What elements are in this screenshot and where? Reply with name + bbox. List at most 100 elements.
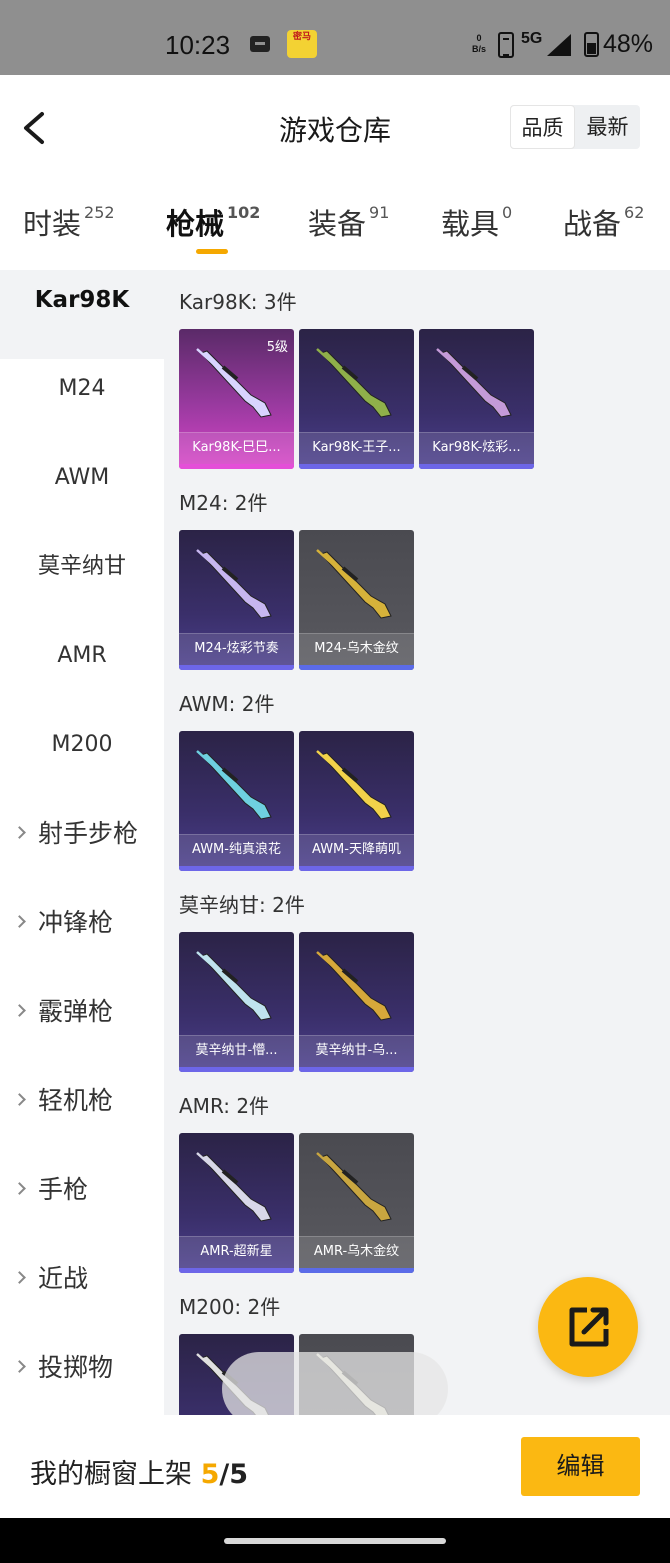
rarity-bar [179,464,294,469]
sidebar-item-m200[interactable]: M200 [0,715,164,804]
skin-card[interactable]: M24-乌木金纹 [299,530,414,670]
sidebar-item-mosin[interactable]: 莫辛纳甘 [0,537,164,626]
rifle-icon [196,1152,272,1222]
rifle-icon [196,549,272,619]
chevron-right-icon [13,1093,26,1106]
active-tab-indicator [196,249,228,254]
sidebar-category-shotgun[interactable]: 霰弹枪 [0,982,164,1071]
skin-name: AMR-乌木金纹 [299,1236,414,1268]
network-type: 5G [521,30,543,47]
message-icon [250,36,270,52]
sidebar-category-lmg[interactable]: 轻机枪 [0,1071,164,1160]
rifle-icon [316,549,392,619]
chevron-right-icon [13,1360,26,1373]
sidebar-item-awm[interactable]: AWM [0,448,164,537]
level-badge: 5级 [266,340,288,355]
tab-fashion[interactable]: 时装 252 [23,201,115,243]
skin-name: M24-乌木金纹 [299,633,414,665]
rifle-icon [196,348,272,418]
battery-percent: 48% [603,30,654,58]
group-title: M24: 2件 [179,491,268,515]
tab-firearms[interactable]: 枪械 102 [166,201,260,254]
sidebar-item-kar98k[interactable]: Kar98K [0,270,164,359]
chevron-right-icon [13,1182,26,1195]
group-title: M200: 2件 [179,1295,281,1319]
skin-name: AMR-超新星 [179,1236,294,1268]
chevron-right-icon [13,915,26,928]
share-external-icon [569,1307,609,1347]
skin-name: Kar98K-炫彩... [419,432,534,464]
skin-name: Kar98K-王子... [299,432,414,464]
sidebar-item-amr[interactable]: AMR [0,626,164,715]
skin-card[interactable]: Kar98K-炫彩... [419,329,534,469]
rarity-bar [299,1067,414,1072]
chevron-right-icon [13,1271,26,1284]
skin-card[interactable]: AMR-超新星 [179,1133,294,1273]
rarity-bar [419,464,534,469]
rifle-icon [316,348,392,418]
rifle-icon [316,750,392,820]
net-speed: 0 B/s [472,33,487,54]
tab-equipment[interactable]: 装备 91 [308,201,389,243]
skin-card[interactable]: 莫辛纳甘-懵... [179,932,294,1072]
edit-button[interactable]: 编辑 [521,1437,640,1496]
skin-card[interactable]: AWM-纯真浪花 [179,731,294,871]
skin-card[interactable]: Kar98K-王子... [299,329,414,469]
showcase-status: 我的橱窗上架 5/5 [30,1459,249,1490]
rarity-bar [299,1268,414,1273]
weapon-sidebar: Kar98K M24 AWM 莫辛纳甘 AMR M200 射手步枪 冲锋枪 霰弹… [0,270,164,1415]
rarity-bar [299,464,414,469]
rarity-bar [179,866,294,871]
system-nav-bar [0,1518,670,1563]
sort-newest-button[interactable]: 最新 [575,105,640,149]
rifle-icon [316,1152,392,1222]
group-title: AMR: 2件 [179,1094,270,1118]
skin-name: Kar98K-巳巳... [179,432,294,464]
rarity-bar [299,866,414,871]
sidebar-category-melee[interactable]: 近战 [0,1249,164,1338]
skin-name: 莫辛纳甘-乌... [299,1035,414,1067]
skin-name: AWM-天降萌叽 [299,834,414,866]
sidebar-category-throwable[interactable]: 投掷物 [0,1338,164,1427]
group-title: AWM: 2件 [179,692,275,716]
showcase-bar: 我的橱窗上架 5/5 编辑 [0,1415,670,1518]
sort-quality-button[interactable]: 品质 [510,105,575,149]
skin-name: 莫辛纳甘-懵... [179,1035,294,1067]
skin-card[interactable]: 5级 Kar98K-巳巳... [179,329,294,469]
tab-battle-gear[interactable]: 战备 62 [563,201,644,243]
skin-card[interactable]: AMR-乌木金纹 [299,1133,414,1273]
share-button[interactable] [538,1277,638,1377]
sidebar-category-smg[interactable]: 冲锋枪 [0,893,164,982]
battery-icon [584,32,599,57]
tab-vehicles[interactable]: 载具 0 [441,201,512,243]
skin-name: M24-炫彩节奏 [179,633,294,665]
skin-card[interactable]: 莫辛纳甘-乌... [299,932,414,1072]
rarity-bar [179,1268,294,1273]
signal-icon [547,34,571,56]
rifle-icon [436,348,512,418]
status-time: 10:23 [165,30,231,60]
chevron-right-icon [13,1004,26,1017]
skin-name: AWM-纯真浪花 [179,834,294,866]
skin-card[interactable]: M24-炫彩节奏 [179,530,294,670]
header: 游戏仓库 品质 最新 时装 252 枪械 102 装备 91 载具 0 战备 62 [0,75,670,270]
sort-toggle: 品质 最新 [510,105,640,149]
sidebar-category-pistol[interactable]: 手枪 [0,1160,164,1249]
chevron-right-icon [13,826,26,839]
group-title: Kar98K: 3件 [179,290,297,314]
rifle-icon [316,951,392,1021]
app-badge-icon: 密马 [287,30,317,58]
rarity-bar [179,665,294,670]
vibrate-icon [498,32,514,58]
status-bar: 10:23 密马 0 B/s 5G 48% [0,0,670,75]
skin-card[interactable]: AWM-天降萌叽 [299,731,414,871]
sidebar-category-dmr[interactable]: 射手步枪 [0,804,164,893]
rarity-bar [179,1067,294,1072]
rifle-icon [196,951,272,1021]
rifle-icon [196,750,272,820]
home-indicator[interactable] [224,1538,446,1544]
category-tabs: 时装 252 枪械 102 装备 91 载具 0 战备 62 [0,201,670,257]
group-title: 莫辛纳甘: 2件 [179,893,305,917]
rarity-bar [299,665,414,670]
sidebar-item-m24[interactable]: M24 [0,359,164,448]
